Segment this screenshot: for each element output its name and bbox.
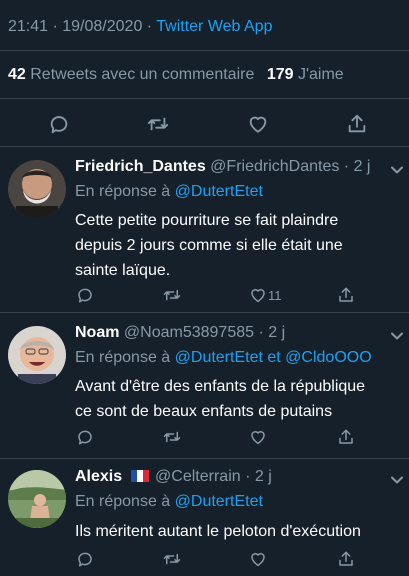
chevron-down-icon[interactable] bbox=[391, 166, 403, 174]
share-button[interactable] bbox=[337, 426, 355, 448]
likes-label: J'aime bbox=[297, 66, 344, 83]
divider bbox=[0, 98, 409, 99]
reply-prefix: En réponse à bbox=[75, 493, 171, 510]
divider bbox=[0, 50, 409, 51]
tweet-text-line: ce sont de beaux enfants de putains bbox=[75, 403, 333, 420]
share-icon bbox=[348, 114, 366, 133]
like-button[interactable] bbox=[249, 548, 267, 570]
avatar[interactable] bbox=[8, 160, 66, 218]
tweet-text-line: sainte laïque. bbox=[75, 262, 171, 279]
tweet-actions-bar bbox=[0, 426, 409, 448]
tweet-text-line: depuis 2 jours comme si elle était une bbox=[75, 237, 343, 254]
author-name[interactable]: Noam bbox=[75, 324, 119, 341]
tweet-text-line: Cette petite pourriture se fait plaindre bbox=[75, 212, 339, 229]
author-handle[interactable]: @Noam53897585 bbox=[124, 324, 254, 341]
author-handle[interactable]: @FriedrichDantes bbox=[210, 158, 339, 175]
tweet-text: Ils méritent autant le peloton d'exécuti… bbox=[75, 519, 405, 544]
mention-link[interactable]: @DutertEtet bbox=[175, 183, 263, 200]
share-button[interactable] bbox=[337, 548, 355, 570]
reply-icon bbox=[78, 430, 92, 445]
avatar[interactable] bbox=[8, 470, 66, 528]
reply-tweet[interactable]: Alexis @Celterrain · 2 j En réponse à @D… bbox=[0, 458, 409, 576]
avatar[interactable] bbox=[8, 326, 66, 384]
share-icon bbox=[339, 551, 353, 566]
tweet-meta: 21:41 · 19/08/2020 · Twitter Web App bbox=[8, 18, 272, 36]
chevron-down-icon[interactable] bbox=[391, 476, 403, 484]
tweet-text-line: Avant d'être des enfants de la républiqu… bbox=[75, 378, 366, 395]
tweet-timestamp[interactable]: 21:41 · 19/08/2020 · bbox=[8, 18, 152, 35]
retweet-icon bbox=[163, 431, 181, 443]
tweet-time[interactable]: · 2 j bbox=[245, 468, 272, 485]
source-app-link[interactable]: Twitter Web App bbox=[156, 18, 272, 35]
like-count: 11 bbox=[268, 287, 282, 303]
france-flag-icon bbox=[130, 470, 149, 482]
reply-context: En réponse à @DutertEtet bbox=[75, 183, 263, 201]
reply-button[interactable] bbox=[76, 548, 94, 570]
share-icon bbox=[339, 287, 353, 302]
mention-link[interactable]: @DutertEtet bbox=[175, 349, 263, 366]
retweets-count: 42 bbox=[8, 66, 26, 83]
tweet-text: Cette petite pourriture se fait plaindre… bbox=[75, 208, 405, 283]
retweets-stat[interactable]: 42 Retweets avec un commentaire bbox=[8, 66, 254, 83]
heart-icon bbox=[249, 116, 267, 133]
tweet-actions-bar bbox=[0, 548, 409, 570]
retweet-icon bbox=[163, 553, 181, 565]
heart-icon bbox=[251, 431, 265, 445]
heart-icon bbox=[251, 289, 265, 303]
retweet-icon bbox=[147, 117, 169, 131]
tweet-header: Friedrich_Dantes @FriedrichDantes · 2 j bbox=[75, 158, 370, 176]
like-button[interactable] bbox=[245, 108, 271, 140]
reply-icon bbox=[78, 552, 92, 567]
share-button[interactable] bbox=[344, 108, 370, 140]
tweet-header: Noam @Noam53897585 · 2 j bbox=[75, 324, 285, 342]
retweet-button[interactable] bbox=[145, 108, 171, 140]
tweet-text-line: Ils méritent autant le peloton d'exécuti… bbox=[75, 523, 361, 540]
author-name[interactable]: Alexis bbox=[75, 468, 122, 485]
tweet-header: Alexis @Celterrain · 2 j bbox=[75, 468, 272, 486]
share-button[interactable] bbox=[337, 284, 355, 306]
like-button[interactable]: 11 bbox=[249, 284, 282, 306]
mention-link[interactable]: @CldoOOO bbox=[285, 349, 371, 366]
reply-button[interactable] bbox=[76, 426, 94, 448]
tweet-actions-bar: 11 bbox=[0, 284, 409, 306]
likes-count: 179 bbox=[266, 66, 294, 83]
avatar-image bbox=[8, 160, 66, 218]
retweet-button[interactable] bbox=[162, 284, 182, 306]
reply-joiner: et bbox=[267, 349, 281, 366]
retweet-button[interactable] bbox=[162, 426, 182, 448]
reply-prefix: En réponse à bbox=[75, 183, 171, 200]
reply-icon bbox=[78, 288, 92, 303]
chevron-down-icon[interactable] bbox=[391, 332, 403, 340]
like-button[interactable] bbox=[249, 426, 267, 448]
reply-button[interactable] bbox=[46, 108, 72, 140]
author-name[interactable]: Friedrich_Dantes bbox=[75, 158, 206, 175]
tweet-time[interactable]: · 2 j bbox=[258, 324, 285, 341]
likes-stat[interactable]: 179 J'aime bbox=[267, 66, 344, 83]
engagement-stats: 42 Retweets avec un commentaire 179 J'ai… bbox=[8, 66, 344, 84]
retweets-label: Retweets avec un commentaire bbox=[30, 66, 255, 83]
retweet-button[interactable] bbox=[162, 548, 182, 570]
author-handle[interactable]: @Celterrain bbox=[155, 468, 241, 485]
tweet-actions-bar bbox=[0, 108, 409, 140]
share-icon bbox=[339, 429, 353, 444]
reply-tweet[interactable]: Noam @Noam53897585 · 2 j En réponse à @D… bbox=[0, 312, 409, 458]
heart-icon bbox=[251, 553, 265, 567]
mention-link[interactable]: @DutertEtet bbox=[175, 493, 263, 510]
reply-prefix: En réponse à bbox=[75, 349, 171, 366]
avatar-image bbox=[8, 326, 66, 384]
tweet-time[interactable]: · 2 j bbox=[344, 158, 371, 175]
tweet-text: Avant d'être des enfants de la républiqu… bbox=[75, 374, 405, 424]
avatar-image bbox=[8, 470, 66, 528]
retweet-icon bbox=[163, 289, 181, 301]
reply-button[interactable] bbox=[76, 284, 94, 306]
reply-context: En réponse à @DutertEtet bbox=[75, 493, 263, 511]
reply-context: En réponse à @DutertEtet et @CldoOOO bbox=[75, 349, 372, 367]
reply-tweet[interactable]: Friedrich_Dantes @FriedrichDantes · 2 j … bbox=[0, 146, 409, 312]
reply-icon bbox=[50, 116, 68, 134]
